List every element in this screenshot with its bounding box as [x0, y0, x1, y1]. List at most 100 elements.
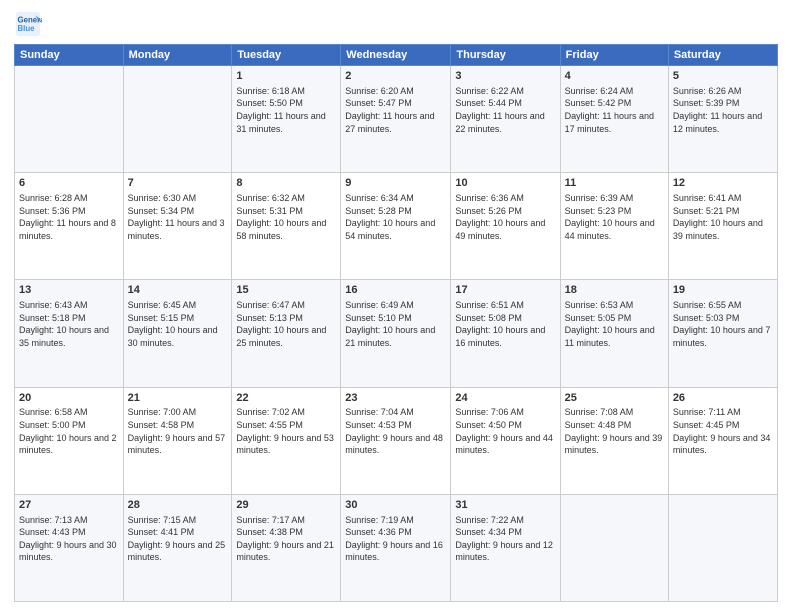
calendar-cell: 17Sunrise: 6:51 AMSunset: 5:08 PMDayligh…	[451, 280, 560, 387]
day-number: 29	[236, 498, 336, 513]
calendar-cell: 30Sunrise: 7:19 AMSunset: 4:36 PMDayligh…	[341, 494, 451, 601]
day-number: 9	[345, 176, 446, 191]
logo-icon: General Blue	[14, 10, 42, 38]
calendar-cell: 19Sunrise: 6:55 AMSunset: 5:03 PMDayligh…	[668, 280, 777, 387]
day-info: Sunrise: 6:49 AMSunset: 5:10 PMDaylight:…	[345, 299, 446, 349]
calendar-cell: 3Sunrise: 6:22 AMSunset: 5:44 PMDaylight…	[451, 66, 560, 173]
col-monday: Monday	[123, 45, 232, 66]
day-info: Sunrise: 7:13 AMSunset: 4:43 PMDaylight:…	[19, 514, 119, 564]
calendar-cell	[15, 66, 124, 173]
day-info: Sunrise: 7:19 AMSunset: 4:36 PMDaylight:…	[345, 514, 446, 564]
col-wednesday: Wednesday	[341, 45, 451, 66]
calendar-week-row: 13Sunrise: 6:43 AMSunset: 5:18 PMDayligh…	[15, 280, 778, 387]
calendar-cell: 2Sunrise: 6:20 AMSunset: 5:47 PMDaylight…	[341, 66, 451, 173]
day-info: Sunrise: 6:18 AMSunset: 5:50 PMDaylight:…	[236, 85, 336, 135]
day-number: 10	[455, 176, 555, 191]
calendar-cell: 10Sunrise: 6:36 AMSunset: 5:26 PMDayligh…	[451, 173, 560, 280]
col-friday: Friday	[560, 45, 668, 66]
calendar-cell: 18Sunrise: 6:53 AMSunset: 5:05 PMDayligh…	[560, 280, 668, 387]
day-info: Sunrise: 6:43 AMSunset: 5:18 PMDaylight:…	[19, 299, 119, 349]
calendar-header-row: Sunday Monday Tuesday Wednesday Thursday…	[15, 45, 778, 66]
day-info: Sunrise: 6:45 AMSunset: 5:15 PMDaylight:…	[128, 299, 228, 349]
day-info: Sunrise: 7:00 AMSunset: 4:58 PMDaylight:…	[128, 406, 228, 456]
day-number: 5	[673, 69, 773, 84]
logo: General Blue	[14, 10, 46, 38]
day-number: 20	[19, 391, 119, 406]
day-info: Sunrise: 6:24 AMSunset: 5:42 PMDaylight:…	[565, 85, 664, 135]
calendar-cell	[560, 494, 668, 601]
day-info: Sunrise: 6:20 AMSunset: 5:47 PMDaylight:…	[345, 85, 446, 135]
calendar-cell: 15Sunrise: 6:47 AMSunset: 5:13 PMDayligh…	[232, 280, 341, 387]
calendar-cell: 23Sunrise: 7:04 AMSunset: 4:53 PMDayligh…	[341, 387, 451, 494]
calendar-week-row: 6Sunrise: 6:28 AMSunset: 5:36 PMDaylight…	[15, 173, 778, 280]
day-info: Sunrise: 7:04 AMSunset: 4:53 PMDaylight:…	[345, 406, 446, 456]
day-info: Sunrise: 6:22 AMSunset: 5:44 PMDaylight:…	[455, 85, 555, 135]
calendar-cell: 5Sunrise: 6:26 AMSunset: 5:39 PMDaylight…	[668, 66, 777, 173]
day-number: 30	[345, 498, 446, 513]
day-number: 22	[236, 391, 336, 406]
day-number: 23	[345, 391, 446, 406]
col-tuesday: Tuesday	[232, 45, 341, 66]
day-number: 7	[128, 176, 228, 191]
day-info: Sunrise: 6:36 AMSunset: 5:26 PMDaylight:…	[455, 192, 555, 242]
day-info: Sunrise: 6:55 AMSunset: 5:03 PMDaylight:…	[673, 299, 773, 349]
day-number: 3	[455, 69, 555, 84]
day-number: 15	[236, 283, 336, 298]
calendar-cell: 6Sunrise: 6:28 AMSunset: 5:36 PMDaylight…	[15, 173, 124, 280]
day-info: Sunrise: 7:02 AMSunset: 4:55 PMDaylight:…	[236, 406, 336, 456]
calendar-cell: 21Sunrise: 7:00 AMSunset: 4:58 PMDayligh…	[123, 387, 232, 494]
day-number: 8	[236, 176, 336, 191]
calendar-cell: 27Sunrise: 7:13 AMSunset: 4:43 PMDayligh…	[15, 494, 124, 601]
svg-text:General: General	[18, 15, 43, 24]
day-number: 17	[455, 283, 555, 298]
day-number: 31	[455, 498, 555, 513]
calendar-cell: 25Sunrise: 7:08 AMSunset: 4:48 PMDayligh…	[560, 387, 668, 494]
day-number: 26	[673, 391, 773, 406]
day-number: 18	[565, 283, 664, 298]
day-number: 28	[128, 498, 228, 513]
col-saturday: Saturday	[668, 45, 777, 66]
day-info: Sunrise: 6:32 AMSunset: 5:31 PMDaylight:…	[236, 192, 336, 242]
calendar-table: Sunday Monday Tuesday Wednesday Thursday…	[14, 44, 778, 602]
calendar-week-row: 1Sunrise: 6:18 AMSunset: 5:50 PMDaylight…	[15, 66, 778, 173]
calendar-cell	[668, 494, 777, 601]
day-number: 2	[345, 69, 446, 84]
day-info: Sunrise: 6:34 AMSunset: 5:28 PMDaylight:…	[345, 192, 446, 242]
calendar-cell: 28Sunrise: 7:15 AMSunset: 4:41 PMDayligh…	[123, 494, 232, 601]
day-info: Sunrise: 7:17 AMSunset: 4:38 PMDaylight:…	[236, 514, 336, 564]
calendar-week-row: 27Sunrise: 7:13 AMSunset: 4:43 PMDayligh…	[15, 494, 778, 601]
header: General Blue	[14, 10, 778, 38]
day-number: 13	[19, 283, 119, 298]
day-number: 14	[128, 283, 228, 298]
calendar-cell: 20Sunrise: 6:58 AMSunset: 5:00 PMDayligh…	[15, 387, 124, 494]
day-number: 16	[345, 283, 446, 298]
day-number: 21	[128, 391, 228, 406]
day-number: 11	[565, 176, 664, 191]
calendar-cell: 16Sunrise: 6:49 AMSunset: 5:10 PMDayligh…	[341, 280, 451, 387]
day-number: 24	[455, 391, 555, 406]
day-number: 12	[673, 176, 773, 191]
day-info: Sunrise: 7:11 AMSunset: 4:45 PMDaylight:…	[673, 406, 773, 456]
col-sunday: Sunday	[15, 45, 124, 66]
day-info: Sunrise: 6:58 AMSunset: 5:00 PMDaylight:…	[19, 406, 119, 456]
day-number: 27	[19, 498, 119, 513]
day-info: Sunrise: 7:22 AMSunset: 4:34 PMDaylight:…	[455, 514, 555, 564]
calendar-cell: 1Sunrise: 6:18 AMSunset: 5:50 PMDaylight…	[232, 66, 341, 173]
calendar-cell: 13Sunrise: 6:43 AMSunset: 5:18 PMDayligh…	[15, 280, 124, 387]
day-info: Sunrise: 6:26 AMSunset: 5:39 PMDaylight:…	[673, 85, 773, 135]
svg-text:Blue: Blue	[18, 24, 36, 33]
day-info: Sunrise: 6:51 AMSunset: 5:08 PMDaylight:…	[455, 299, 555, 349]
day-info: Sunrise: 6:28 AMSunset: 5:36 PMDaylight:…	[19, 192, 119, 242]
calendar-page: General Blue Sunday Monday Tuesday Wedne…	[0, 0, 792, 612]
col-thursday: Thursday	[451, 45, 560, 66]
calendar-cell: 26Sunrise: 7:11 AMSunset: 4:45 PMDayligh…	[668, 387, 777, 494]
calendar-cell: 9Sunrise: 6:34 AMSunset: 5:28 PMDaylight…	[341, 173, 451, 280]
day-info: Sunrise: 6:53 AMSunset: 5:05 PMDaylight:…	[565, 299, 664, 349]
calendar-cell: 29Sunrise: 7:17 AMSunset: 4:38 PMDayligh…	[232, 494, 341, 601]
day-info: Sunrise: 7:06 AMSunset: 4:50 PMDaylight:…	[455, 406, 555, 456]
day-info: Sunrise: 7:15 AMSunset: 4:41 PMDaylight:…	[128, 514, 228, 564]
calendar-cell: 22Sunrise: 7:02 AMSunset: 4:55 PMDayligh…	[232, 387, 341, 494]
calendar-cell: 14Sunrise: 6:45 AMSunset: 5:15 PMDayligh…	[123, 280, 232, 387]
day-number: 1	[236, 69, 336, 84]
day-number: 6	[19, 176, 119, 191]
